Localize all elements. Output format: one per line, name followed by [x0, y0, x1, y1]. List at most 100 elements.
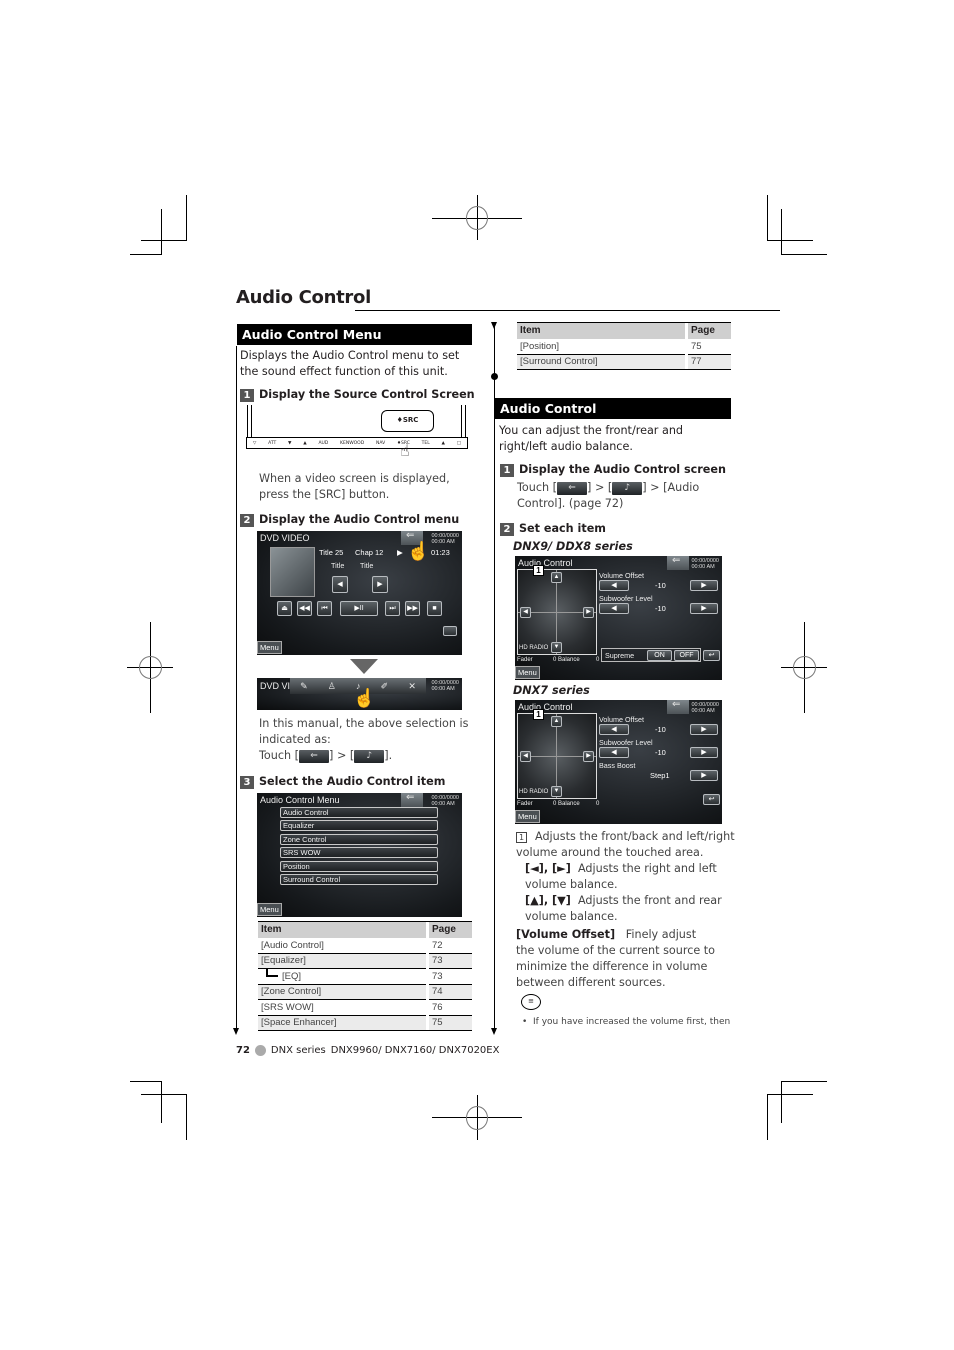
left-arrow-button[interactable]: ◀	[520, 607, 531, 618]
bar-label: KENWOOD	[340, 440, 365, 446]
section-header-audio-control: Audio Control	[495, 398, 731, 419]
menu-button[interactable]: Menu	[515, 666, 540, 679]
front-arrow-button[interactable]: ▲	[551, 572, 562, 583]
volume-offset-value: -10	[655, 725, 666, 734]
table-row: [EQ] 73	[258, 967, 472, 985]
clock: 00:00/0000 00:00 AM	[431, 533, 459, 545]
menu-item-equalizer[interactable]: Equalizer	[280, 820, 438, 831]
volume-offset-decrease-button[interactable]: ◀	[599, 580, 629, 591]
return-button[interactable]: ↩	[703, 794, 720, 805]
model-numbers: DNX9960/ DNX7160/ DNX7020EX	[330, 1045, 500, 1056]
hand-pointer-icon: ☝	[400, 441, 410, 460]
volume-offset-key: [Volume Offset]	[516, 928, 616, 941]
options-button[interactable]	[443, 626, 457, 636]
series-label-dnx9: DNX9/ DDX8 series	[513, 540, 633, 553]
album-art	[270, 547, 315, 597]
menu-item-audio-control[interactable]: Audio Control	[280, 807, 438, 818]
rear-arrow-button[interactable]: ▼	[551, 642, 562, 653]
skip-forward-button[interactable]: ⏭	[385, 601, 400, 616]
dvd-video-screen: DVD VIDEO 00:00/000000:00 AM Title 25 Ch…	[257, 531, 462, 655]
dvd-function-bar-screen: DVD VI ✎ ♙ ♪ ✐ ✕ 00:00/0000 00:00 AM ☝	[257, 678, 462, 710]
next-button[interactable]: ▶	[372, 576, 388, 593]
right-arrow-button[interactable]: ▶	[583, 607, 594, 618]
item-cell: [Equalizer]	[258, 953, 426, 969]
prev-button[interactable]: ◀	[332, 576, 348, 593]
fader-label: Fader	[517, 657, 533, 663]
column-header-item: Item	[258, 921, 426, 938]
table-row: [Zone Control] 74	[258, 984, 472, 1000]
audio-control-icon: ♪	[612, 481, 643, 495]
screen-title: Audio Control Menu	[260, 795, 340, 805]
step-1: 1 Display the Source Control Screen	[240, 388, 475, 402]
eject-button[interactable]: ⏏	[277, 601, 292, 616]
play-time: 01:23	[431, 548, 450, 557]
menu-item-position[interactable]: Position	[280, 861, 438, 872]
rear-arrow-button[interactable]: ▼	[551, 786, 562, 797]
table-row: [Surround Control] 77	[517, 354, 731, 370]
play-pause-button[interactable]: ▶II	[340, 601, 378, 616]
tool-icon[interactable]: ✐	[381, 681, 389, 692]
bass-boost-value: Step1	[650, 771, 670, 780]
audio-control-screen-dnx9: Audio Control 00:00/000000:00 AM ▲ ▼ ◀ ▶…	[515, 556, 722, 680]
screen-title: Audio Control	[518, 558, 573, 568]
supreme-off-button[interactable]: OFF	[674, 650, 699, 661]
ud-keys: [▲], [▼]	[525, 894, 571, 907]
audio-control-screen-dnx7: Audio Control 00:00/000000:00 AM ▲ ▼ ◀ ▶…	[515, 700, 722, 824]
return-button[interactable]: ↩	[703, 650, 720, 661]
step-1: 1 Display the Audio Control screen	[500, 463, 726, 477]
balance-pad[interactable]: ▲ ▼ ◀ ▶ HD RADIO	[517, 713, 597, 799]
table-row: [Audio Control] 72	[258, 937, 472, 954]
rewind-button[interactable]: ◀◀	[297, 601, 312, 616]
left-arrow-button[interactable]: ◀	[520, 751, 531, 762]
menu-item-surround-control[interactable]: Surround Control	[280, 874, 438, 885]
note-icon: ≡	[521, 994, 541, 1010]
volume-offset-increase-button[interactable]: ▶	[690, 724, 718, 735]
subwoofer-decrease-button[interactable]: ◀	[599, 603, 629, 614]
skip-back-button[interactable]: ⏮	[317, 601, 332, 616]
title-field: Title	[331, 561, 345, 570]
step-title: Set each item	[519, 522, 606, 535]
title-number: Title 25	[319, 548, 344, 557]
left-spine-arrow-icon	[233, 1028, 239, 1035]
person-icon[interactable]: ♙	[328, 681, 336, 692]
hand-pointer-icon: ☝	[407, 541, 430, 561]
menu-button[interactable]: Menu	[257, 641, 282, 654]
description-volume-offset: [Volume Offset] Finely adjust the volume…	[516, 928, 716, 989]
subwoofer-increase-button[interactable]: ▶	[690, 603, 718, 614]
stop-button[interactable]: ■	[427, 601, 442, 616]
table-header-row: Item Page	[517, 322, 731, 339]
volume-offset-label: Volume Offset	[599, 715, 645, 724]
bar-label: ▼	[288, 440, 292, 446]
right-arrow-button[interactable]: ▶	[583, 751, 594, 762]
supreme-on-button[interactable]: ON	[647, 650, 672, 661]
bass-boost-increase-button[interactable]: ▶	[690, 770, 718, 781]
bar-label: □	[456, 440, 461, 446]
hd-radio-label: HD RADIO	[519, 645, 549, 651]
page-cell: 77	[688, 354, 731, 370]
menu-button[interactable]: Menu	[257, 903, 282, 916]
menu-item-srs-wow[interactable]: SRS WOW	[280, 847, 438, 858]
bar-label: ▲	[303, 440, 307, 446]
close-icon[interactable]: ✕	[408, 681, 416, 692]
balance-pad[interactable]: ▲ ▼ ◀ ▶ HD RADIO	[517, 569, 597, 655]
fast-forward-button[interactable]: ▶▶	[405, 601, 420, 616]
menu-button[interactable]: Menu	[515, 810, 540, 823]
lr-keys: [◄], [►]	[525, 862, 571, 875]
left-column-spine	[236, 346, 237, 1030]
back-button[interactable]	[667, 700, 689, 714]
back-button[interactable]	[401, 793, 423, 807]
page-number: 72	[236, 1045, 250, 1056]
balance-value: 0	[596, 801, 600, 807]
volume-offset-decrease-button[interactable]: ◀	[599, 724, 629, 735]
volume-offset-increase-button[interactable]: ▶	[690, 580, 718, 591]
navigation-icon[interactable]: ✎	[300, 681, 308, 692]
front-arrow-button[interactable]: ▲	[551, 716, 562, 727]
title-field: Title	[360, 561, 374, 570]
subwoofer-increase-button[interactable]: ▶	[690, 747, 718, 758]
step-3: 3 Select the Audio Control item	[240, 775, 445, 789]
balance-value: 0	[596, 657, 600, 663]
subwoofer-decrease-button[interactable]: ◀	[599, 747, 629, 758]
control-bar: ▽ ATT ▼ ▲ AUD KENWOOD NAV ♦SRC TEL ▲ □	[246, 437, 468, 449]
back-button[interactable]	[667, 556, 689, 570]
menu-item-zone-control[interactable]: Zone Control	[280, 834, 438, 845]
